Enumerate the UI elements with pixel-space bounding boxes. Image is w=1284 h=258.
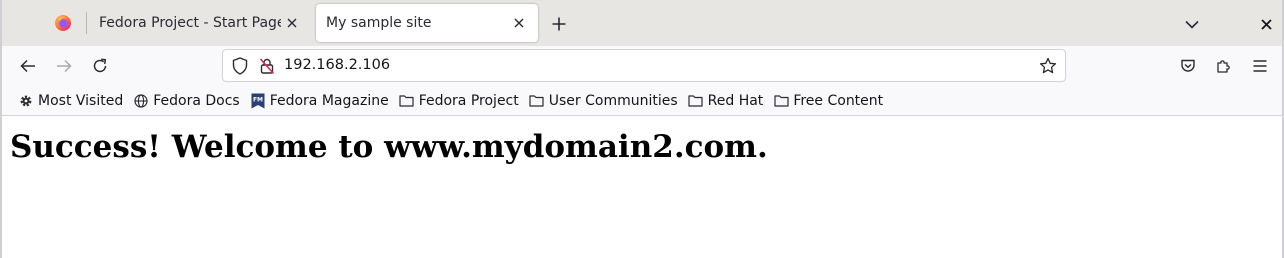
bookmark-folder-fedora-project[interactable]: Fedora Project — [395, 88, 523, 114]
tab-my-sample-site[interactable]: My sample site — [316, 4, 538, 42]
bookmark-fedora-docs[interactable]: Fedora Docs — [129, 88, 243, 114]
forward-button[interactable] — [48, 50, 80, 82]
bookmark-fedora-magazine[interactable]: FM Fedora Magazine — [246, 88, 393, 114]
globe-icon — [133, 93, 149, 109]
firefox-icon — [54, 14, 72, 32]
chevron-down-icon — [1185, 20, 1199, 29]
extensions-button[interactable] — [1208, 50, 1240, 82]
arrow-left-icon — [20, 59, 36, 73]
app-menu-button[interactable] — [1244, 50, 1276, 82]
close-tab-icon[interactable] — [508, 12, 530, 34]
tab-title: My sample site — [326, 15, 432, 31]
url-text[interactable]: 192.168.2.106 — [284, 57, 390, 73]
bookmark-label: Fedora Docs — [153, 92, 240, 109]
url-bar[interactable]: 192.168.2.106 — [222, 49, 1066, 82]
insecure-lock-icon[interactable] — [256, 55, 278, 77]
gear-icon — [18, 93, 34, 109]
plus-icon — [552, 17, 566, 31]
bookmark-folder-free-content[interactable]: Free Content — [769, 88, 887, 114]
folder-icon — [773, 93, 789, 109]
bookmark-label: Fedora Magazine — [269, 92, 389, 109]
bookmark-folder-user-communities[interactable]: User Communities — [525, 88, 682, 114]
navigation-toolbar: 192.168.2.106 — [2, 46, 1282, 86]
firefox-view-button[interactable] — [46, 8, 80, 38]
tab-separator — [86, 12, 87, 34]
bookmark-label: Most Visited — [38, 92, 124, 109]
bookmark-folder-red-hat[interactable]: Red Hat — [684, 88, 768, 114]
page-content: Success! Welcome to www.mydomain2.com. — [2, 117, 1282, 258]
folder-icon — [688, 93, 704, 109]
fedora-magazine-icon: FM — [250, 93, 266, 109]
browser-window: Fedora Project - Start Page My sample si… — [0, 0, 1284, 258]
bookmark-label: Free Content — [793, 92, 884, 109]
pocket-icon — [1180, 58, 1196, 74]
arrow-right-icon — [56, 59, 72, 73]
close-tab-icon[interactable] — [281, 12, 303, 34]
reload-icon — [92, 58, 108, 74]
tracking-protection-shield-icon[interactable] — [229, 55, 251, 77]
reload-button[interactable] — [84, 50, 116, 82]
bookmark-star-icon[interactable] — [1037, 55, 1059, 77]
bookmark-most-visited[interactable]: Most Visited — [14, 88, 127, 114]
bookmark-label: Red Hat — [707, 92, 764, 109]
window-close-button[interactable] — [1253, 11, 1279, 37]
bookmarks-toolbar: Most Visited Fedora Docs FM Fedora Magaz… — [2, 86, 1282, 116]
bookmark-label: User Communities — [548, 92, 678, 109]
bookmark-label: Fedora Project — [418, 92, 519, 109]
list-all-tabs-button[interactable] — [1179, 11, 1205, 37]
page-heading: Success! Welcome to www.mydomain2.com. — [10, 129, 768, 165]
hamburger-menu-icon — [1253, 60, 1267, 72]
pocket-button[interactable] — [1172, 50, 1204, 82]
tab-fedora-start[interactable]: Fedora Project - Start Page — [89, 4, 311, 42]
new-tab-button[interactable] — [546, 11, 572, 37]
folder-icon — [399, 93, 415, 109]
puzzle-icon — [1216, 58, 1232, 74]
tab-strip: Fedora Project - Start Page My sample si… — [2, 0, 1282, 46]
close-icon — [1260, 18, 1272, 30]
folder-icon — [529, 93, 545, 109]
svg-text:FM: FM — [253, 96, 263, 103]
tab-title: Fedora Project - Start Page — [99, 15, 281, 31]
back-button[interactable] — [12, 50, 44, 82]
